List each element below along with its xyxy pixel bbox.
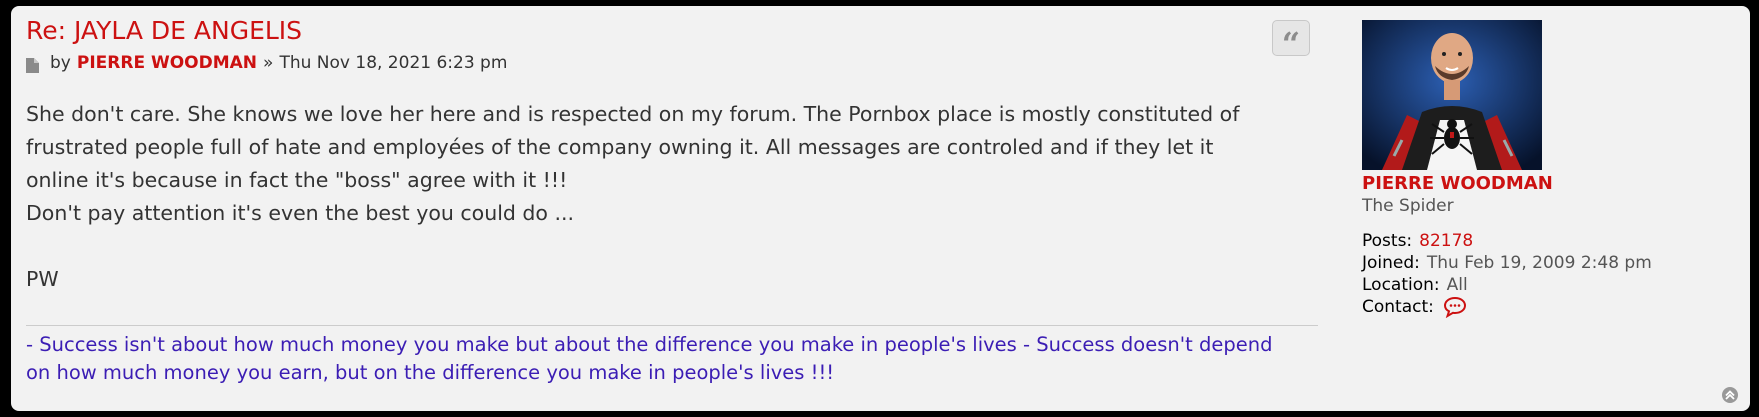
joined-value: Thu Feb 19, 2009 2:48 pm <box>1426 253 1652 273</box>
profile-joined: Joined: Thu Feb 19, 2009 2:48 pm <box>1362 252 1742 274</box>
posts-count-link[interactable]: 82178 <box>1419 230 1473 252</box>
avatar[interactable] <box>1362 20 1542 170</box>
profile-username[interactable]: PIERRE WOODMAN <box>1362 173 1742 195</box>
posts-label: Posts: <box>1362 231 1413 251</box>
profile-location: Location: All <box>1362 274 1742 296</box>
post-datetime: Thu Nov 18, 2021 6:23 pm <box>279 53 508 73</box>
post-document-icon[interactable] <box>26 56 39 73</box>
content-line: She don't care. She knows we love her he… <box>26 102 1240 126</box>
quote-icon: “ <box>1281 25 1301 63</box>
post-content: She don't care. She knows we love her he… <box>26 98 1316 296</box>
profile-stats: Posts: 82178 Joined: Thu Feb 19, 2009 2:… <box>1362 230 1742 319</box>
contact-label: Contact: <box>1362 297 1434 317</box>
post-profile: PIERRE WOODMAN The Spider Posts: 82178 J… <box>1362 20 1742 319</box>
signature-line: on how much money you earn, but on the d… <box>26 361 835 384</box>
by-label: by <box>50 53 71 73</box>
joined-label: Joined: <box>1362 253 1420 273</box>
content-line: online it's because in fact the "boss" a… <box>26 168 568 192</box>
content-line: Don't pay attention it's even the best y… <box>26 201 575 225</box>
signature-line: - Success isn't about how much money you… <box>26 333 1273 356</box>
forum-post: Re: JAYLA DE ANGELIS by PIERRE WOODMAN »… <box>11 6 1750 411</box>
post-body: Re: JAYLA DE ANGELIS by PIERRE WOODMAN »… <box>26 14 1326 296</box>
content-line: PW <box>26 267 59 291</box>
chat-bubble-icon[interactable] <box>1443 296 1467 319</box>
profile-posts: Posts: 82178 <box>1362 230 1742 252</box>
profile-contact: Contact: <box>1362 296 1742 319</box>
post-meta: by PIERRE WOODMAN » Thu Nov 18, 2021 6:2… <box>26 51 1326 75</box>
location-value: All <box>1446 275 1468 295</box>
profile-rank: The Spider <box>1362 196 1454 216</box>
post-author-link[interactable]: PIERRE WOODMAN <box>77 51 257 75</box>
back-to-top-icon[interactable] <box>1721 386 1739 404</box>
content-line: frustrated people full of hate and emplo… <box>26 135 1214 159</box>
meta-separator: » <box>263 53 274 73</box>
location-label: Location: <box>1362 275 1440 295</box>
quote-button[interactable]: “ <box>1272 20 1310 62</box>
post-signature: - Success isn't about how much money you… <box>26 325 1318 387</box>
post-title[interactable]: Re: JAYLA DE ANGELIS <box>26 14 1326 48</box>
